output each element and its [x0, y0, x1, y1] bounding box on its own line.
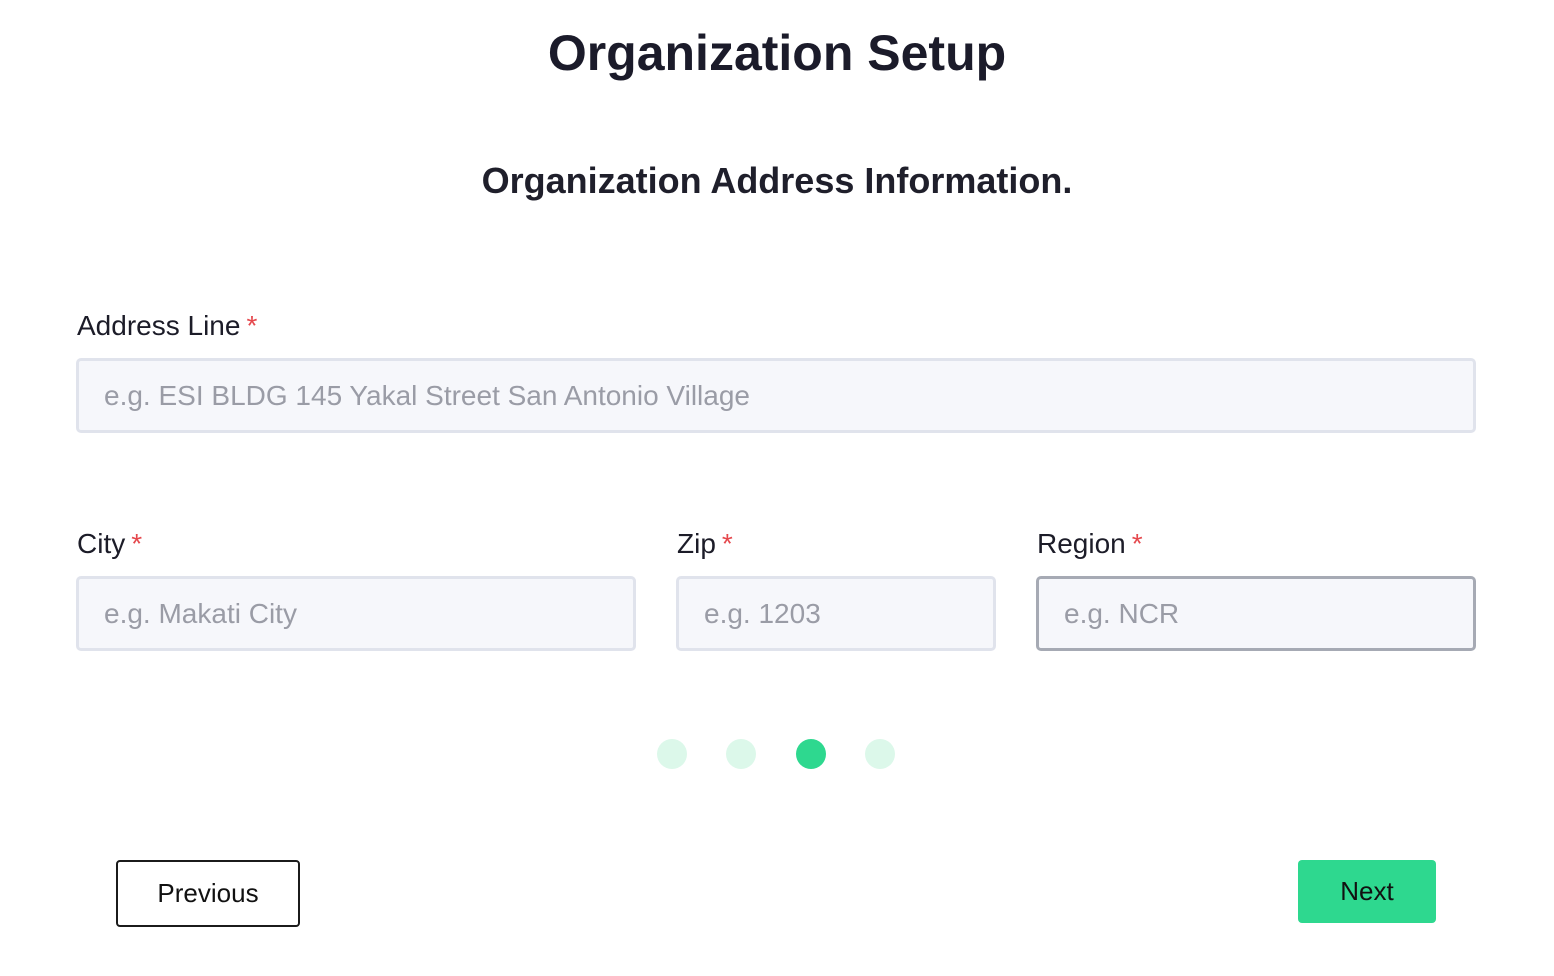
required-asterisk: * [1131, 528, 1143, 559]
next-button[interactable]: Next [1298, 860, 1436, 923]
city-input[interactable] [76, 576, 636, 651]
zip-label: Zip * [677, 527, 733, 561]
step-indicator [656, 738, 896, 770]
required-asterisk: * [721, 528, 733, 559]
region-label-text: Region [1037, 528, 1126, 559]
address-line-input[interactable] [76, 358, 1476, 433]
address-line-label-text: Address Line [77, 310, 241, 341]
page-title: Organization Setup [547, 25, 1007, 81]
step-dot-1[interactable] [657, 739, 687, 769]
city-label-text: City [77, 528, 126, 559]
address-line-label: Address Line * [77, 309, 257, 343]
required-asterisk: * [131, 528, 143, 559]
previous-button[interactable]: Previous [116, 860, 300, 927]
required-asterisk: * [246, 310, 258, 341]
zip-label-text: Zip [677, 528, 716, 559]
region-input[interactable] [1036, 576, 1476, 651]
region-label: Region * [1037, 527, 1143, 561]
step-dot-3-active[interactable] [796, 739, 826, 769]
step-dot-4[interactable] [865, 739, 895, 769]
city-label: City * [77, 527, 142, 561]
section-subtitle: Organization Address Information. [481, 160, 1073, 201]
step-dot-2[interactable] [726, 739, 756, 769]
zip-input[interactable] [676, 576, 996, 651]
